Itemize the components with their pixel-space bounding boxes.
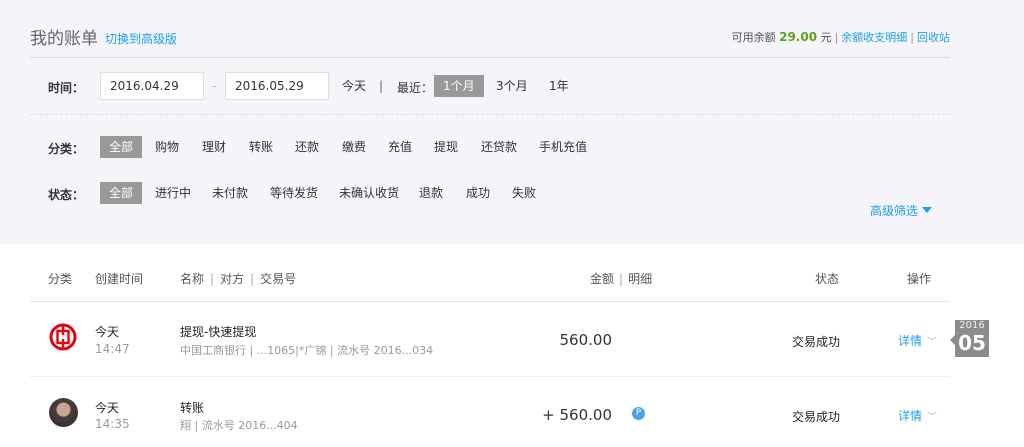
category-option[interactable]: 还款 <box>286 136 328 158</box>
row-time: 14:47 <box>95 342 130 356</box>
category-option[interactable]: 还贷款 <box>472 136 526 158</box>
recent-label: 最近： <box>397 81 434 95</box>
status-option[interactable]: 失败 <box>503 182 545 204</box>
row-day: 今天 <box>95 325 120 339</box>
divider: | <box>379 79 384 93</box>
category-label: 分类： <box>48 142 85 156</box>
divider <box>30 301 950 302</box>
category-option[interactable]: 全部 <box>100 136 143 158</box>
end-date-input[interactable]: 2016.05.29 <box>225 72 329 100</box>
status-option[interactable]: 未付款 <box>203 182 257 204</box>
avatar <box>49 398 78 427</box>
status-option[interactable]: 成功 <box>457 182 499 204</box>
switch-advanced-link[interactable]: 切换到高级版 <box>105 30 177 47</box>
status-option[interactable]: 等待发货 <box>261 182 327 204</box>
recent-1-month[interactable]: 1个月 <box>434 75 484 97</box>
recycle-bin-link[interactable]: 回收站 <box>917 31 950 44</box>
date-marker: 2016 05 <box>950 320 989 357</box>
row-name: 提现-快速提现 <box>180 325 257 339</box>
header-amount: 金额 <box>590 272 615 286</box>
category-option[interactable]: 充值 <box>379 136 421 158</box>
status-label: 状态： <box>48 188 85 202</box>
category-option[interactable]: 理财 <box>193 136 235 158</box>
row-detail-link[interactable]: 详情 ﹀ <box>898 407 937 424</box>
chevron-down-icon: ﹀ <box>927 412 938 423</box>
header-trade-no: 交易号 <box>260 272 297 286</box>
balance-info: 可用余额 29.00 元 | 余额收支明细 | 回收站 <box>731 30 950 44</box>
status-option[interactable]: 全部 <box>100 182 143 204</box>
category-option[interactable]: 购物 <box>146 136 188 158</box>
detail-label: 详情 <box>898 409 923 423</box>
header-category: 分类 <box>48 272 73 286</box>
recent-1-year[interactable]: 1年 <box>540 75 578 97</box>
row-time: 14:35 <box>95 417 130 431</box>
header-status: 状态 <box>815 272 840 286</box>
row-subtitle: 翔 | 流水号 2016...404 <box>180 419 298 432</box>
balance-label: 可用余额 <box>731 31 776 44</box>
icbc-bank-icon <box>49 323 77 351</box>
row-amount: 560.00 <box>559 331 613 349</box>
detail-label: 详情 <box>898 334 923 348</box>
header-created: 创建时间 <box>95 272 144 286</box>
category-option[interactable]: 提现 <box>425 136 467 158</box>
balance-detail-link[interactable]: 余额收支明细 <box>841 31 907 44</box>
divider <box>30 376 950 377</box>
start-date-input[interactable]: 2016.04.29 <box>100 72 204 100</box>
page-title: 我的账单 <box>30 29 98 49</box>
category-option[interactable]: 转账 <box>240 136 282 158</box>
header-name: 名称 <box>180 272 205 286</box>
advanced-filter-toggle[interactable]: 高级筛选 <box>870 202 933 219</box>
header-action: 操作 <box>907 272 932 286</box>
recent-3-months[interactable]: 3个月 <box>487 75 537 97</box>
header-party: 对方 <box>220 272 245 286</box>
marker-month: 05 <box>958 331 986 355</box>
header-amount-detail: 金额 | 明细 <box>590 272 653 286</box>
balance-unit: 元 <box>820 31 832 44</box>
status-option[interactable]: 未确认收货 <box>330 182 408 204</box>
status-option[interactable]: 进行中 <box>146 182 200 204</box>
row-status: 交易成功 <box>792 410 841 424</box>
chevron-down-icon: ﹀ <box>927 337 938 348</box>
time-label: 时间： <box>48 81 85 95</box>
advanced-filter-label: 高级筛选 <box>870 204 919 218</box>
row-detail-link[interactable]: 详情 ﹀ <box>898 332 937 349</box>
divider <box>30 57 950 58</box>
balance-amount: 29.00 <box>779 30 818 44</box>
row-status: 交易成功 <box>792 335 841 349</box>
divider <box>30 114 950 115</box>
balance-icon[interactable]: P <box>632 407 645 420</box>
row-subtitle: 中国工商银行 | ...1065|*广锦 | 流水号 2016...034 <box>180 344 434 357</box>
row-day: 今天 <box>95 401 120 415</box>
today-button[interactable]: 今天 <box>333 75 375 97</box>
row-amount: + 560.00 <box>542 406 612 424</box>
header-detail: 明细 <box>628 272 653 286</box>
category-option[interactable]: 手机充值 <box>530 136 596 158</box>
caret-down-icon <box>922 207 933 213</box>
date-separator: - <box>212 79 217 93</box>
header-name-party-tradeno: 名称 | 对方 | 交易号 <box>180 272 297 286</box>
row-name: 转账 <box>180 401 205 415</box>
status-option[interactable]: 退款 <box>410 182 452 204</box>
category-option[interactable]: 缴费 <box>333 136 375 158</box>
